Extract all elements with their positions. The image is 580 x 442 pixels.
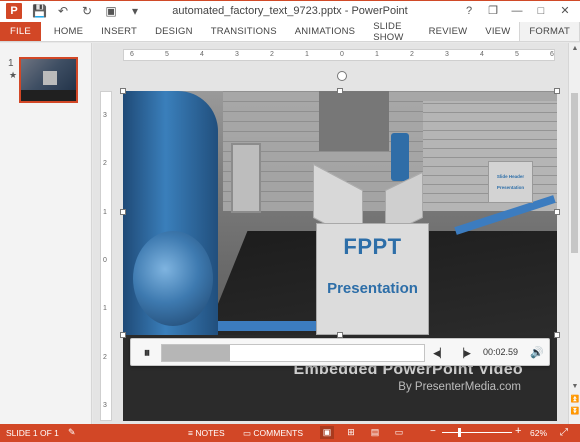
tab-slide-show[interactable]: SLIDE SHOW bbox=[364, 21, 419, 43]
resize-handle-tm[interactable] bbox=[337, 88, 343, 94]
resize-handle-tl[interactable] bbox=[120, 88, 126, 94]
status-bar: SLIDE 1 OF 1 ✎ ≡ NOTES ▭ COMMENTS ▣ ⊞ ▤ … bbox=[0, 424, 580, 442]
powerpoint-window: P 💾 ↶ ↻ ▣ ▾ automated_factory_text_9723.… bbox=[0, 0, 580, 442]
slide-sorter-icon[interactable]: ⊞ bbox=[344, 426, 358, 439]
scroll-up-icon[interactable]: ▲ bbox=[570, 45, 580, 52]
slide-number: 1 bbox=[8, 58, 14, 69]
ruler-tick-label: 2 bbox=[103, 160, 107, 168]
ruler-tick-label: 3 bbox=[103, 112, 107, 119]
zoom-level[interactable]: 62% bbox=[530, 428, 547, 438]
ruler-tick-label: 3 bbox=[445, 51, 449, 58]
comments-button[interactable]: ▭ COMMENTS bbox=[243, 428, 303, 439]
vertical-ruler: 3 2 1 0 1 2 3 bbox=[100, 91, 112, 421]
ruler-tick-label: 1 bbox=[305, 51, 309, 58]
maximize-button[interactable]: □ bbox=[530, 2, 552, 20]
zoom-in-button[interactable]: + bbox=[515, 425, 521, 437]
normal-view-icon[interactable]: ▣ bbox=[320, 426, 334, 439]
reading-view-icon[interactable]: ▤ bbox=[368, 426, 382, 439]
ribbon-tabs: FILE HOME INSERT DESIGN TRANSITIONS ANIM… bbox=[0, 21, 580, 43]
video-time: 00:02.59 bbox=[483, 347, 519, 357]
box-subtitle-text: Presentation bbox=[327, 280, 418, 297]
volume-icon[interactable]: 🔊 bbox=[529, 345, 545, 361]
slide-thumbnail[interactable] bbox=[19, 57, 78, 103]
close-button[interactable]: ✕ bbox=[554, 2, 576, 20]
video-progress-bar[interactable] bbox=[161, 344, 425, 362]
ruler-tick-label: 1 bbox=[103, 305, 107, 313]
slide-counter: SLIDE 1 OF 1 bbox=[6, 428, 59, 438]
spellcheck-icon[interactable]: ✎ bbox=[68, 427, 76, 438]
resize-handle-br[interactable] bbox=[554, 332, 560, 338]
animation-marker-icon: ★ bbox=[9, 70, 18, 80]
robot-joint-image bbox=[133, 231, 213, 326]
embedded-video-frame[interactable]: FPPT Presentation Slide Header Presentat… bbox=[123, 91, 557, 335]
ribbon-display-icon[interactable]: ❐ bbox=[482, 2, 504, 20]
slide-editor: 6 5 4 3 2 1 0 1 2 3 4 5 6 3 2 1 0 1 2 3 FPPT Presentation bbox=[93, 43, 580, 424]
ruler-tick-label: 2 bbox=[270, 51, 274, 58]
tab-view[interactable]: VIEW bbox=[476, 22, 519, 41]
slide-subtitle: By PresenterMedia.com bbox=[398, 381, 521, 393]
ruler-tick-label: 6 bbox=[130, 51, 134, 58]
fit-slide-icon[interactable]: ⤢ bbox=[560, 427, 568, 438]
pause-button[interactable]: ⏸ bbox=[139, 345, 155, 361]
ruler-tick-label: 0 bbox=[103, 257, 107, 264]
thumbnail-box-image bbox=[43, 71, 57, 85]
ruler-tick-label: 4 bbox=[480, 51, 484, 58]
ruler-tick-label: 1 bbox=[103, 208, 107, 216]
small-box: Slide Header Presentation bbox=[488, 161, 533, 203]
video-control-bar: ⏸ ◀▏ ▕▶ 00:02.59 🔊 bbox=[130, 338, 550, 366]
video-progress-fill bbox=[162, 345, 231, 361]
zoom-out-button[interactable]: − bbox=[430, 426, 436, 437]
box-title-text: FPPT bbox=[343, 234, 402, 259]
resize-handle-tr[interactable] bbox=[554, 88, 560, 94]
tab-home[interactable]: HOME bbox=[45, 22, 92, 41]
tab-animations[interactable]: ANIMATIONS bbox=[286, 22, 364, 41]
tab-insert[interactable]: INSERT bbox=[92, 22, 146, 41]
tab-file[interactable]: FILE bbox=[0, 22, 41, 41]
seek-forward-button[interactable]: ▕▶ bbox=[457, 345, 471, 361]
vertical-scrollbar[interactable]: ▲ ▼ ⏫ ⏬ bbox=[568, 43, 580, 424]
comments-label: COMMENTS bbox=[253, 428, 303, 438]
window-controls: ? ❐ — □ ✕ bbox=[458, 2, 576, 20]
minimize-button[interactable]: — bbox=[506, 2, 528, 20]
ruler-tick-label: 2 bbox=[410, 51, 414, 58]
factory-tank-image bbox=[391, 133, 409, 181]
scrollbar-thumb[interactable] bbox=[571, 93, 578, 253]
ruler-tick-label: 3 bbox=[103, 402, 107, 409]
title-bar: P 💾 ↶ ↻ ▣ ▾ automated_factory_text_9723.… bbox=[0, 0, 580, 22]
ruler-tick-label: 6 bbox=[550, 51, 554, 58]
resize-handle-mr[interactable] bbox=[554, 209, 560, 215]
horizontal-ruler: 6 5 4 3 2 1 0 1 2 3 4 5 6 bbox=[123, 49, 555, 61]
small-box-sub-text: Presentation bbox=[496, 185, 525, 190]
zoom-slider-thumb[interactable] bbox=[458, 428, 461, 437]
resize-handle-bl[interactable] bbox=[120, 332, 126, 338]
slide-canvas[interactable]: FPPT Presentation Slide Header Presentat… bbox=[123, 91, 557, 421]
notes-button[interactable]: ≡ NOTES bbox=[188, 428, 225, 438]
tab-format[interactable]: FORMAT bbox=[519, 22, 580, 41]
slideshow-view-icon[interactable]: ▭ bbox=[392, 426, 406, 439]
next-slide-icon[interactable]: ⏬ bbox=[570, 407, 580, 415]
help-icon[interactable]: ? bbox=[458, 2, 480, 20]
notes-label: NOTES bbox=[195, 428, 225, 438]
ruler-tick-label: 5 bbox=[165, 51, 169, 58]
ruler-tick-label: 5 bbox=[515, 51, 519, 58]
seek-back-button[interactable]: ◀▏ bbox=[433, 345, 447, 361]
ruler-tick-label: 0 bbox=[340, 51, 344, 58]
zoom-slider[interactable] bbox=[442, 432, 512, 433]
small-box-header-text: Slide Header bbox=[496, 174, 525, 179]
tab-transitions[interactable]: TRANSITIONS bbox=[202, 22, 286, 41]
ruler-tick-label: 4 bbox=[200, 51, 204, 58]
factory-machine-image bbox=[319, 91, 389, 151]
ruler-tick-label: 3 bbox=[235, 51, 239, 58]
slide-thumbnail-panel: 1 ★ bbox=[0, 43, 92, 424]
tab-review[interactable]: REVIEW bbox=[420, 22, 477, 41]
cardboard-box: FPPT Presentation bbox=[316, 223, 429, 335]
ruler-tick-label: 1 bbox=[375, 51, 379, 58]
prev-slide-icon[interactable]: ⏫ bbox=[570, 395, 580, 403]
ruler-tick-label: 2 bbox=[103, 353, 107, 361]
resize-handle-ml[interactable] bbox=[120, 209, 126, 215]
tab-design[interactable]: DESIGN bbox=[146, 22, 202, 41]
scroll-down-icon[interactable]: ▼ bbox=[570, 383, 580, 390]
rotate-handle[interactable] bbox=[337, 71, 347, 81]
factory-door-image bbox=[231, 143, 261, 213]
